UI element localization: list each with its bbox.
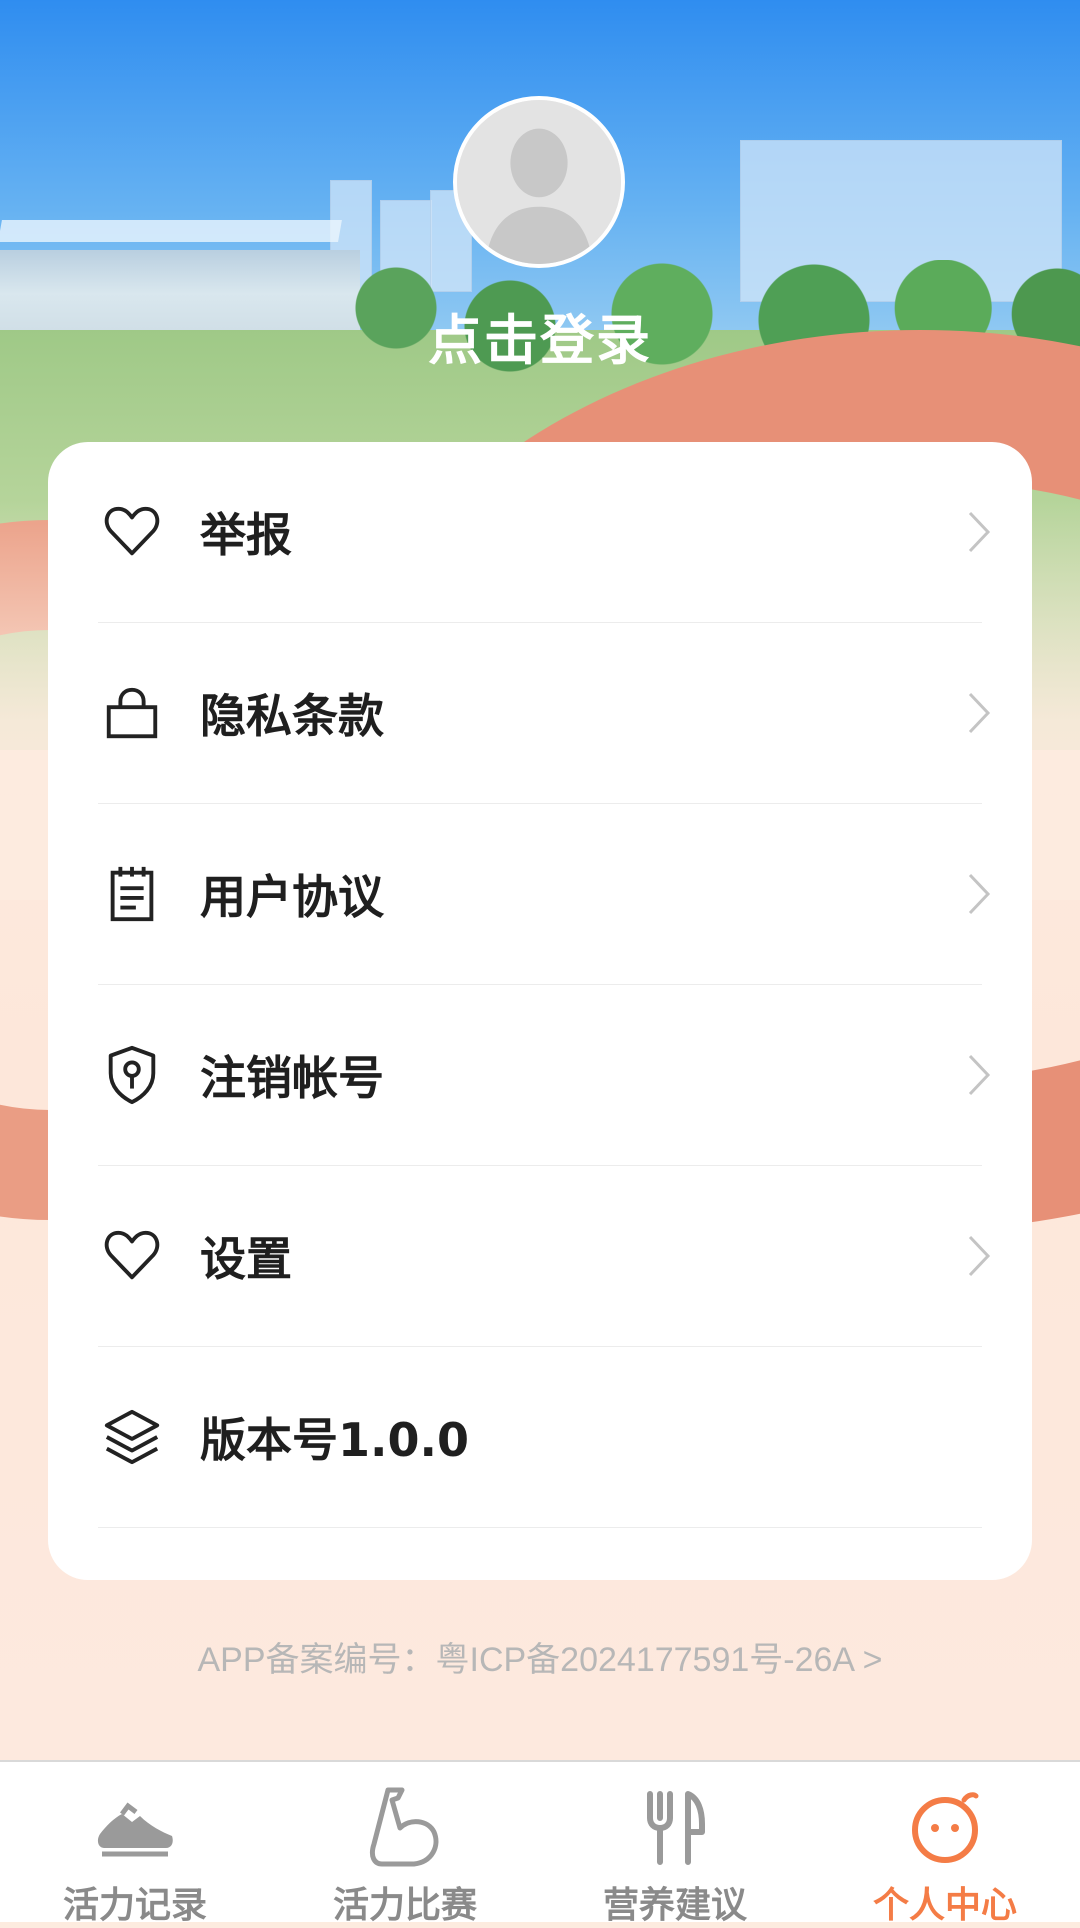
bottom-tab-bar: 活力记录 活力比赛 营养建议 个人中心: [0, 1760, 1080, 1926]
chevron-right-icon: [964, 1231, 994, 1281]
menu-item-label: 用户协议: [200, 870, 384, 924]
menu-item-delete-account[interactable]: 注销帐号: [98, 985, 991, 1166]
menu-item-version: 版本号1.0.0: [98, 1347, 982, 1528]
sneaker-icon: [92, 1784, 178, 1870]
tab-nutrition-advice[interactable]: 营养建议: [540, 1762, 810, 1926]
clipboard-icon: [100, 862, 164, 926]
menu-item-user-agreement[interactable]: 用户协议: [98, 804, 991, 985]
tab-label: 活力记录: [62, 1885, 207, 1926]
menu-item-label: 设置: [200, 1232, 292, 1286]
tab-label: 活力比赛: [332, 1885, 477, 1926]
menu-item-settings[interactable]: 设置: [98, 1166, 991, 1347]
default-avatar-icon: [457, 100, 621, 264]
shield-key-icon: [100, 1043, 164, 1107]
muscle-arm-icon: [362, 1784, 448, 1870]
tab-activity-record[interactable]: 活力记录: [0, 1762, 270, 1926]
stadium-canopy: [0, 220, 342, 242]
menu-item-label: 隐私条款: [200, 689, 384, 743]
menu-item-report[interactable]: 举报: [98, 442, 991, 623]
icp-record-link[interactable]: APP备案编号：粤ICP备2024177591号-26A >: [0, 1632, 1080, 1681]
menu-item-label: 版本号1.0.0: [200, 1413, 469, 1467]
heart-icon: [100, 500, 164, 564]
menu-item-label: 举报: [200, 508, 292, 562]
menu-item-label: 注销帐号: [200, 1051, 384, 1105]
tab-label: 个人中心: [872, 1885, 1017, 1926]
layers-icon: [100, 1405, 164, 1469]
menu-card: 举报 隐私条款 用户协议 注销帐号 设置 版本号1.0.0: [48, 442, 1032, 1580]
tab-activity-contest[interactable]: 活力比赛: [270, 1762, 540, 1926]
fork-knife-icon: [632, 1784, 718, 1870]
login-link[interactable]: 点击登录: [0, 296, 1080, 375]
menu-item-privacy[interactable]: 隐私条款: [98, 623, 991, 804]
heart-icon: [100, 1224, 164, 1288]
chevron-right-icon: [964, 688, 994, 738]
chevron-right-icon: [964, 507, 994, 557]
smiley-face-icon: [902, 1784, 988, 1870]
lock-icon: [100, 681, 164, 745]
avatar[interactable]: [453, 96, 625, 268]
chevron-right-icon: [964, 1050, 994, 1100]
tab-label: 营养建议: [602, 1885, 747, 1926]
chevron-right-icon: [964, 869, 994, 919]
tab-personal-center[interactable]: 个人中心: [810, 1762, 1080, 1926]
